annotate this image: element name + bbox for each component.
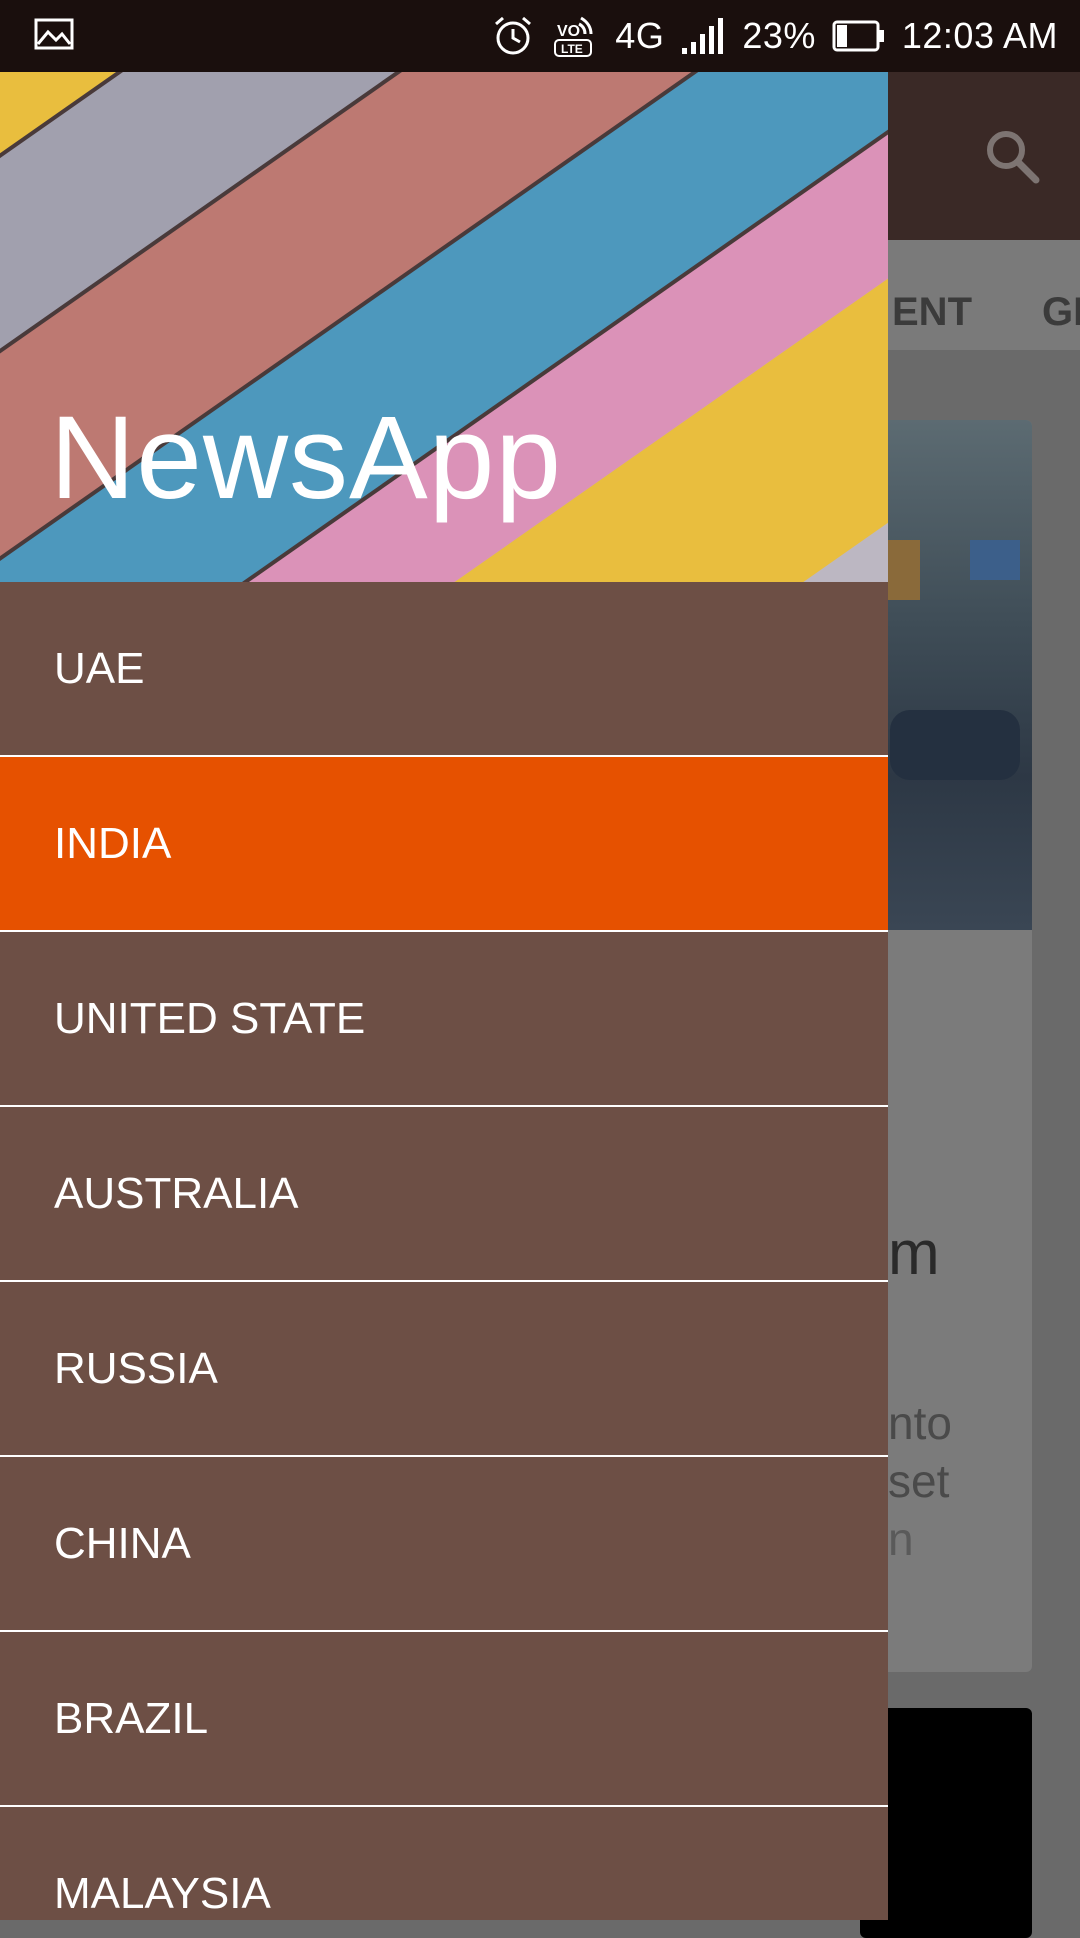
- menu-item-brazil[interactable]: BRAZIL: [0, 1632, 888, 1807]
- svg-text:VO: VO: [557, 23, 580, 40]
- news-card-headline: m: [888, 1219, 940, 1288]
- news-card-text-line: set: [888, 1455, 950, 1507]
- menu-item-india[interactable]: INDIA: [0, 757, 888, 932]
- gallery-icon: [34, 18, 74, 52]
- menu-item-uae[interactable]: UAE: [0, 582, 888, 757]
- news-card-text-line: n: [888, 1513, 914, 1565]
- tab-entertainment[interactable]: ENT: [892, 290, 972, 335]
- menu-item-united-state[interactable]: UNITED STATE: [0, 932, 888, 1107]
- search-icon[interactable]: [982, 126, 1042, 186]
- network-type: 4G: [615, 15, 665, 56]
- news-card-text-line: nto: [888, 1397, 952, 1449]
- volte-icon: VO LTE: [551, 12, 599, 60]
- signal-icon: [680, 16, 726, 56]
- alarm-icon: [491, 14, 535, 58]
- svg-text:LTE: LTE: [561, 42, 583, 56]
- battery-percent: 23%: [742, 15, 816, 56]
- drawer-header: NewsApp: [0, 72, 888, 582]
- app-title: NewsApp: [50, 392, 563, 524]
- menu-item-china[interactable]: CHINA: [0, 1457, 888, 1632]
- navigation-drawer: NewsApp UAE INDIA UNITED STATE AUSTRALIA…: [0, 72, 888, 1920]
- clock: 12:03 AM: [901, 15, 1058, 56]
- status-bar: VO LTE 4G 23% 12:03 AM: [0, 0, 1080, 72]
- menu-item-russia[interactable]: RUSSIA: [0, 1282, 888, 1457]
- battery-icon: [832, 19, 886, 53]
- country-menu: UAE INDIA UNITED STATE AUSTRALIA RUSSIA …: [0, 582, 888, 1920]
- tab-general[interactable]: GI: [1042, 290, 1080, 335]
- menu-item-malaysia[interactable]: MALAYSIA: [0, 1807, 888, 1920]
- menu-item-australia[interactable]: AUSTRALIA: [0, 1107, 888, 1282]
